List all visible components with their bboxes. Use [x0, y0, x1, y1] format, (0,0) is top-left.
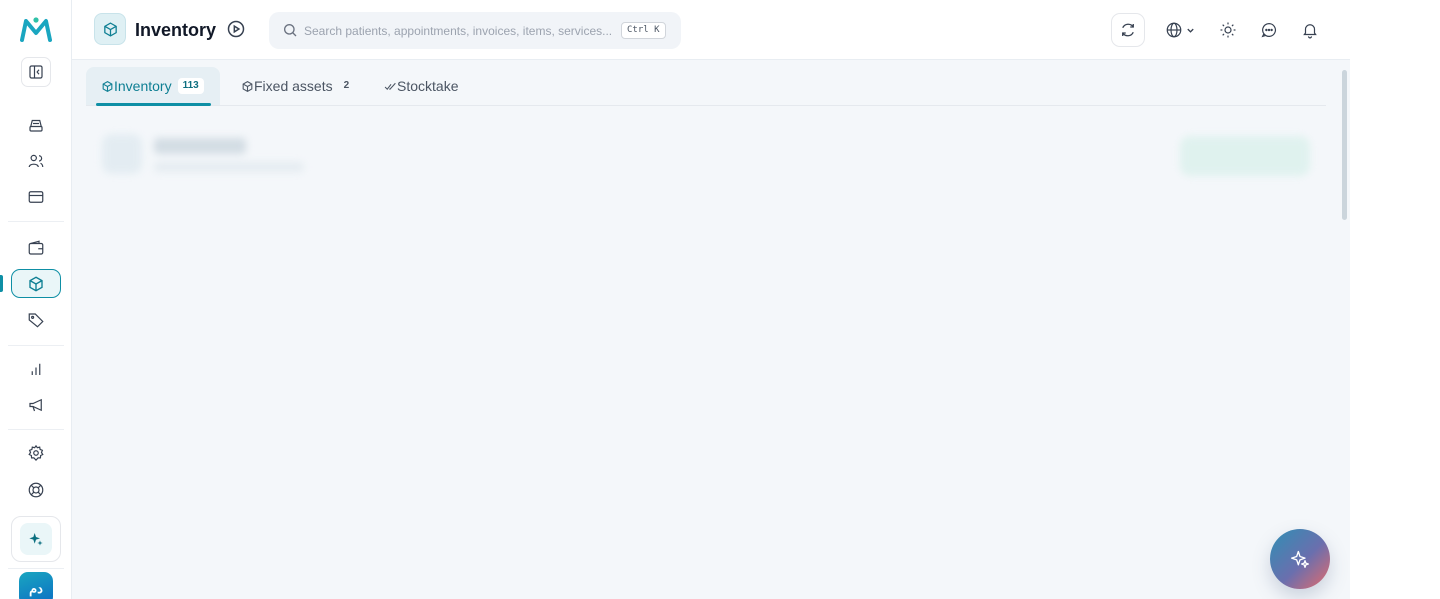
search-icon: [284, 24, 297, 37]
m-logo-icon[interactable]: [20, 16, 52, 44]
play-tutorial-button[interactable]: [226, 19, 246, 39]
search-shortcut-badge: Ctrl K: [621, 22, 666, 39]
main-content: Inventory 113 Fixed assets 2 Stocktake: [72, 60, 1350, 599]
tab-inventory[interactable]: Inventory 113: [86, 67, 220, 106]
sidebar-divider: [8, 429, 64, 430]
right-blank-pane: [1350, 0, 1440, 599]
credit-card-icon: [28, 191, 44, 203]
active-tab-underline: [96, 103, 211, 106]
page-icon: [94, 13, 126, 45]
inventory-tabs: Inventory 113 Fixed assets 2 Stocktake: [86, 66, 1326, 106]
users-icon: [28, 154, 44, 168]
sidebar-ai-button[interactable]: [11, 516, 61, 562]
bar-chart-icon: [31, 363, 41, 375]
ai-icon-wrapper: [20, 523, 52, 555]
tab-stocktake[interactable]: Stocktake: [384, 67, 458, 105]
search-input[interactable]: [304, 21, 614, 41]
lifebuoy-icon: [28, 482, 44, 498]
notifications-button[interactable]: [1293, 13, 1327, 47]
sidebar-divider: [8, 568, 64, 569]
sidebar-divider: [8, 221, 64, 222]
skeleton-action-button: [1180, 136, 1310, 176]
box-icon: [102, 80, 113, 92]
refresh-icon: [1122, 23, 1134, 37]
tab-count-badge: 113: [177, 78, 204, 94]
sidebar-item-marketing[interactable]: [20, 389, 52, 421]
box-icon: [29, 275, 43, 292]
inbox-icon: [29, 119, 43, 132]
sidebar-item-pricing[interactable]: [20, 304, 52, 336]
globe-icon: [1166, 22, 1182, 38]
chevron-down-icon: [1187, 28, 1194, 33]
sidebar-item-billing[interactable]: [20, 181, 52, 213]
refresh-button[interactable]: [1111, 13, 1145, 47]
sidebar-collapse-button[interactable]: [21, 57, 51, 87]
sidebar-collapse-icon: [29, 65, 43, 79]
sidebar-item-reports[interactable]: [20, 353, 52, 385]
box-icon: [103, 21, 117, 37]
sun-icon: [1220, 22, 1236, 38]
play-circle-icon: [227, 20, 245, 38]
tab-fixed-assets[interactable]: Fixed assets 2: [241, 67, 354, 105]
global-search[interactable]: Ctrl K: [269, 12, 681, 49]
chat-bubble-icon: [1261, 23, 1277, 38]
messages-button[interactable]: [1252, 13, 1286, 47]
gear-icon: [28, 444, 44, 462]
sidebar-item-settings[interactable]: [20, 437, 52, 469]
tab-label: Inventory: [114, 78, 172, 94]
tab-count-badge: 2: [343, 80, 350, 91]
page-title: Inventory: [135, 20, 217, 40]
sidebar-item-wallet[interactable]: [20, 232, 52, 264]
theme-toggle-button[interactable]: [1211, 13, 1245, 47]
language-switcher[interactable]: [1158, 13, 1202, 47]
check-double-icon: [384, 82, 396, 90]
sparkle-icon: [29, 533, 43, 546]
app-root: دم Inventory Ctrl K: [0, 0, 1440, 599]
bell-icon: [1303, 24, 1317, 39]
sidebar-item-inventory[interactable]: [11, 269, 61, 298]
sidebar-active-indicator: [0, 275, 3, 292]
sidebar-item-patients[interactable]: [20, 145, 52, 177]
skeleton-title: [154, 138, 246, 154]
tab-label: Fixed assets: [254, 78, 333, 94]
top-header: Inventory Ctrl K: [72, 0, 1350, 60]
loading-skeleton: [102, 134, 1312, 184]
tab-label: Stocktake: [397, 78, 459, 94]
tag-icon: [28, 313, 44, 328]
wallet-icon: [28, 240, 44, 255]
box-icon: [242, 80, 253, 92]
sidebar: دم: [0, 0, 72, 599]
sidebar-item-inbox[interactable]: [20, 109, 52, 141]
skeleton-icon: [102, 134, 142, 174]
content-scrollbar[interactable]: [1342, 70, 1347, 220]
ai-assistant-fab[interactable]: [1270, 529, 1330, 589]
sidebar-divider: [8, 345, 64, 346]
sidebar-item-support[interactable]: [20, 474, 52, 506]
megaphone-icon: [29, 398, 42, 412]
avatar[interactable]: دم: [19, 572, 53, 599]
skeleton-subtitle: [154, 162, 304, 172]
sparkle-icon: [1291, 550, 1309, 568]
